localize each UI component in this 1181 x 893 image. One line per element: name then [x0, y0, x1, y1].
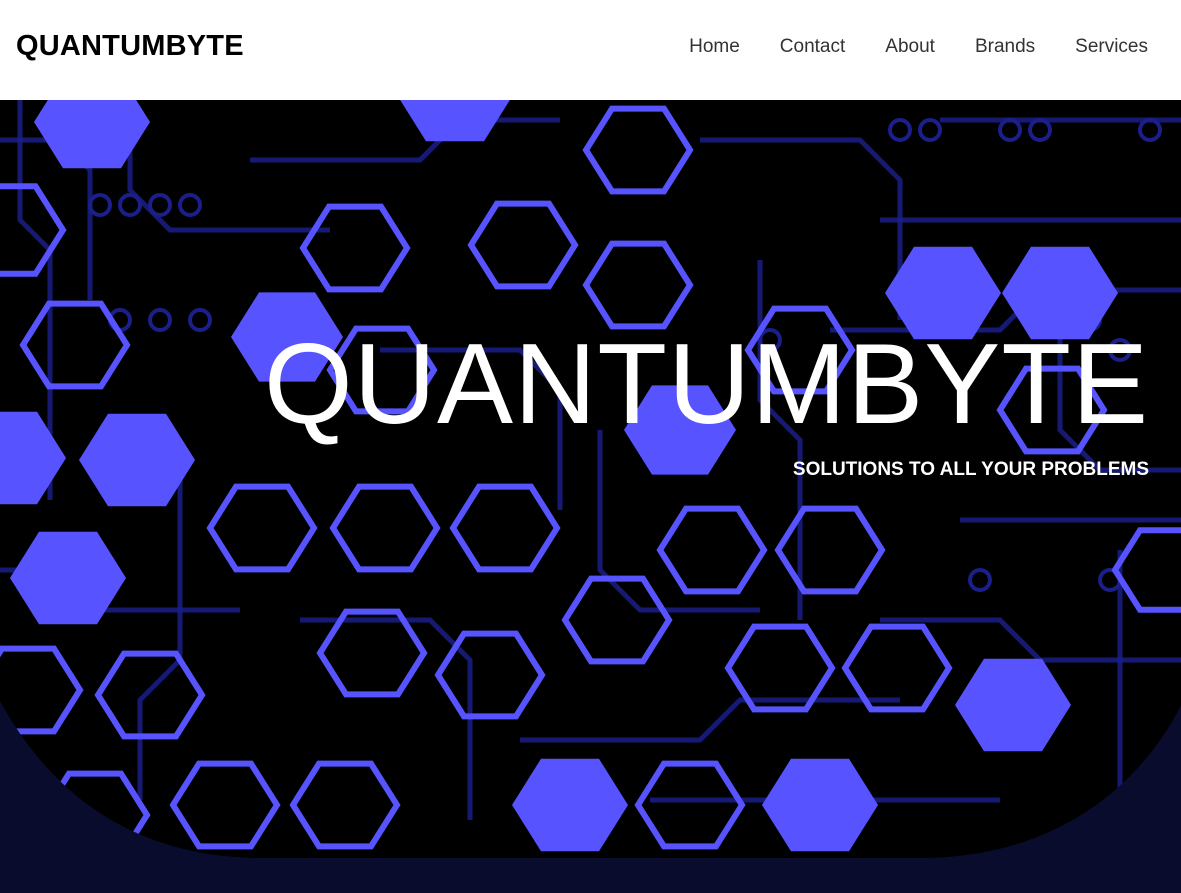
nav-brands-link[interactable]: Brands	[975, 36, 1035, 58]
site-logo[interactable]: QUANTUMBYTE	[16, 30, 244, 63]
site-header: QUANTUMBYTE Home Contact About Brands Se…	[0, 0, 1181, 100]
nav-home-link[interactable]: Home	[689, 36, 740, 58]
circuit-background-image	[0, 100, 1181, 893]
nav-about-link[interactable]: About	[885, 36, 935, 58]
hero-section: QUANTUMBYTE SOLUTIONS TO ALL YOUR PROBLE…	[0, 100, 1181, 893]
nav-contact-link[interactable]: Contact	[780, 36, 845, 58]
hero-title: QUANTUMBYTE	[263, 321, 1149, 448]
nav-services-link[interactable]: Services	[1075, 36, 1148, 58]
hero-subtitle: SOLUTIONS TO ALL YOUR PROBLEMS	[792, 459, 1149, 480]
main-nav: Home Contact About Brands Services	[689, 36, 1148, 58]
